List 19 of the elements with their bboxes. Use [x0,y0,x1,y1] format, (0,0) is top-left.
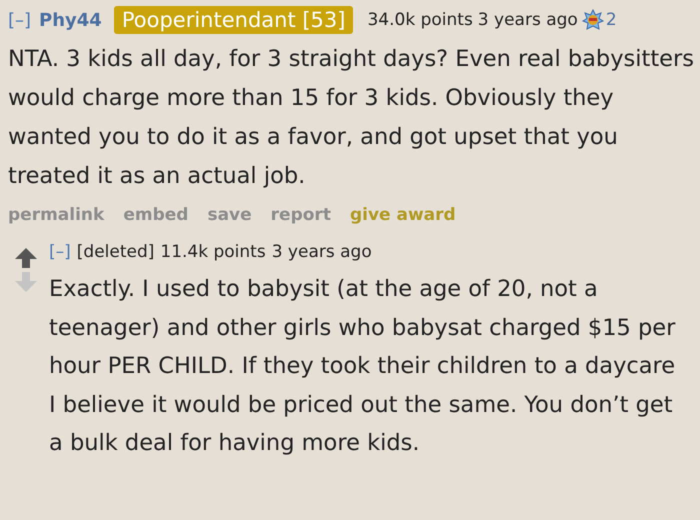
action-link[interactable]: save [207,205,252,225]
score-text: 34.0k points [367,10,473,30]
upvote-arrow-icon[interactable] [14,247,38,269]
action-link[interactable]: report [270,205,331,225]
username: [deleted] [76,242,154,262]
comment-text: NTA. 3 kids all day, for 3 straight days? Even real babysitters would charge more than 15 for 3 kids. Obviously they wanted you to do it as a favor, and got upset that you treated it as an actual job. [8,45,695,191]
give-award-link[interactable]: give award [350,205,456,225]
award-count: 2 [606,10,617,30]
score-text: 11.4k points [160,242,266,262]
award-icon [582,9,604,31]
timestamp: 3 years ago [478,10,578,30]
action-link[interactable]: embed [123,205,188,225]
timestamp: 3 years ago [272,242,372,262]
collapse-toggle[interactable]: [–] [49,242,71,262]
action-link[interactable]: permalink [8,205,104,225]
username-link[interactable]: Phy44 [39,10,102,30]
comment-text: Exactly. I used to babysit (at the age of 20, not a teenager) and other girls who babysat charged $15 per hour PER CHILD. If they took their children to a daycare I believe it would be priced out the same. You don’t get a bulk deal for having more kids. [49,275,676,458]
user-flair: Pooperintendant [53] [114,6,354,34]
collapse-toggle[interactable]: [–] [8,10,32,30]
